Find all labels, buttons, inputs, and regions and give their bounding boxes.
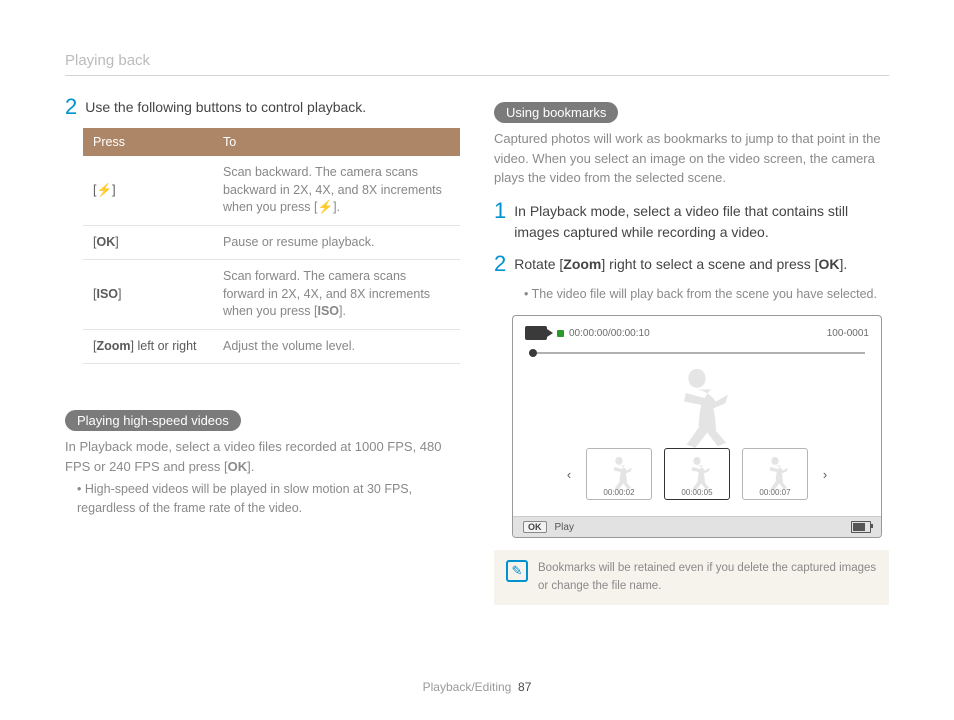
- to-ok: Pause or resume playback.: [213, 225, 460, 260]
- step-2: 2 Use the following buttons to control p…: [65, 96, 460, 118]
- heading-high-speed: Playing high-speed videos: [65, 410, 241, 431]
- body-high-speed: In Playback mode, select a video files r…: [65, 437, 460, 476]
- battery-icon: [851, 521, 871, 533]
- step-r2: 2 Rotate [Zoom] right to select a scene …: [494, 253, 889, 275]
- footer-page: 87: [518, 680, 531, 694]
- step-number: 2: [494, 253, 506, 275]
- step-text: Rotate [Zoom] right to select a scene an…: [514, 253, 847, 275]
- dancer-silhouette-icon: [677, 454, 717, 490]
- flash-icon: ⚡: [96, 182, 112, 200]
- to-iso: Scan forward. The camera scans forward i…: [213, 260, 460, 330]
- sub-bullet: The video file will play back from the s…: [512, 285, 889, 304]
- dancer-silhouette-icon: [755, 454, 795, 490]
- to-zoom: Adjust the volume level.: [213, 329, 460, 364]
- bullet-high-speed: High-speed videos will be played in slow…: [65, 480, 460, 518]
- step-1: 1 In Playback mode, select a video file …: [494, 200, 889, 243]
- step-text: In Playback mode, select a video file th…: [514, 200, 889, 243]
- table-header-row: Press To: [83, 128, 460, 156]
- press-flash: [⚡]: [83, 156, 213, 225]
- step-number: 2: [65, 96, 77, 118]
- device-statusbar: OK Play: [513, 516, 881, 537]
- flash-icon: ⚡: [318, 199, 334, 217]
- to-flash: Scan backward. The camera scans backward…: [213, 156, 460, 225]
- columns: 2 Use the following buttons to control p…: [65, 96, 889, 605]
- ok-label: OK: [96, 235, 115, 249]
- thumbnail-selected: 00:00:05: [664, 448, 730, 500]
- ok-label: OK: [819, 256, 840, 272]
- press-iso: [ISO]: [83, 260, 213, 330]
- controls-table: Press To [⚡] Scan backward. The camera s…: [83, 128, 460, 364]
- dancer-silhouette-icon: [652, 362, 742, 448]
- play-label: Play: [555, 522, 574, 533]
- device-top: 00:00:00/00:00:10 100-0001 ‹ 00:00:02: [513, 316, 881, 516]
- iso-label: ISO: [96, 287, 118, 301]
- dancer-silhouette-icon: [599, 454, 639, 490]
- table-row: [⚡] Scan backward. The camera scans back…: [83, 156, 460, 225]
- note-text: Bookmarks will be retained even if you d…: [538, 560, 877, 595]
- timecode: 00:00:00/00:00:10: [569, 328, 650, 339]
- th-press: Press: [83, 128, 213, 156]
- body-bookmarks: Captured photos will work as bookmarks t…: [494, 129, 889, 188]
- heading-bookmarks: Using bookmarks: [494, 102, 618, 123]
- step-number: 1: [494, 200, 506, 222]
- iso-label: ISO: [318, 304, 340, 318]
- prev-arrow-icon: ‹: [564, 467, 574, 482]
- thumbnail: 00:00:02: [586, 448, 652, 500]
- footer-section: Playback/Editing: [423, 680, 512, 694]
- thumbnail: 00:00:07: [742, 448, 808, 500]
- camcorder-icon: [525, 326, 547, 340]
- page-footer: Playback/Editing 87: [0, 680, 954, 694]
- next-arrow-icon: ›: [820, 467, 830, 482]
- press-zoom: [Zoom] left or right: [83, 329, 213, 364]
- file-number: 100-0001: [827, 328, 869, 339]
- left-column: 2 Use the following buttons to control p…: [65, 96, 460, 605]
- zoom-label: Zoom: [563, 256, 601, 272]
- record-icon: [557, 330, 564, 337]
- zoom-label: Zoom: [96, 339, 130, 353]
- ok-button-icon: OK: [523, 521, 547, 533]
- step-text: Use the following buttons to control pla…: [85, 96, 366, 118]
- table-row: [Zoom] left or right Adjust the volume l…: [83, 329, 460, 364]
- device-screenshot: 00:00:00/00:00:10 100-0001 ‹ 00:00:02: [512, 315, 882, 538]
- progress-track: [529, 352, 865, 354]
- press-ok: [OK]: [83, 225, 213, 260]
- note-icon: ✎: [506, 560, 528, 582]
- table-row: [OK] Pause or resume playback.: [83, 225, 460, 260]
- table-row: [ISO] Scan forward. The camera scans for…: [83, 260, 460, 330]
- thumbnail-strip: ‹ 00:00:02 00:00:05 00:00:07: [525, 448, 869, 510]
- page-title: Playing back: [65, 52, 150, 69]
- page-header: Playing back: [65, 52, 889, 76]
- device-header: 00:00:00/00:00:10 100-0001: [525, 326, 869, 340]
- right-column: Using bookmarks Captured photos will wor…: [494, 96, 889, 605]
- main-preview: [525, 358, 869, 448]
- note-box: ✎ Bookmarks will be retained even if you…: [494, 550, 889, 605]
- ok-label: OK: [228, 459, 248, 474]
- th-to: To: [213, 128, 460, 156]
